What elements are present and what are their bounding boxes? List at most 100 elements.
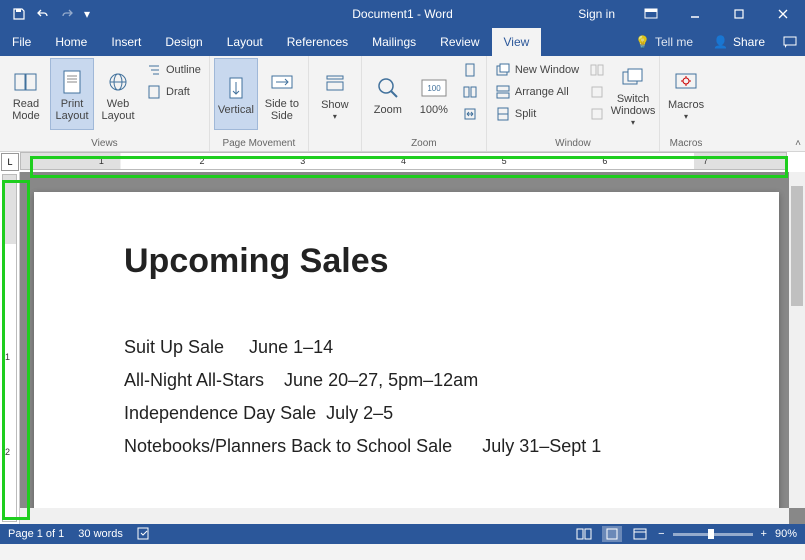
multiple-pages-button[interactable]: [458, 82, 482, 102]
read-mode-button[interactable]: Read Mode: [4, 58, 48, 130]
tab-home[interactable]: Home: [43, 28, 99, 56]
ribbon-tabs: File Home Insert Design Layout Reference…: [0, 28, 805, 56]
arrange-all-icon: [495, 84, 511, 100]
macros-button[interactable]: Macros▾: [664, 58, 708, 130]
switch-windows-icon: [619, 63, 647, 91]
arrange-all-button[interactable]: Arrange All: [491, 82, 583, 102]
zoom-100-button[interactable]: 100100%: [412, 58, 456, 130]
zoom-level[interactable]: 90%: [775, 528, 797, 540]
document-line: Independence Day Sale July 2–5: [124, 403, 689, 424]
tab-references[interactable]: References: [275, 28, 360, 56]
ruler-bar: L 1 2 3 4 5 6 7: [0, 152, 805, 172]
minimize-button[interactable]: [673, 0, 717, 28]
outline-icon: [146, 62, 162, 78]
tab-view[interactable]: View: [492, 28, 542, 56]
new-window-button[interactable]: New Window: [491, 60, 583, 80]
side-to-side-button[interactable]: Side to Side: [260, 58, 304, 130]
lightbulb-icon: 💡: [635, 35, 650, 49]
side-to-side-icon: [268, 68, 296, 96]
ribbon-group-window: New Window Arrange All Split Switch Wind…: [487, 56, 660, 151]
side-by-side-icon: [589, 62, 605, 78]
horizontal-ruler[interactable]: 1 2 3 4 5 6 7: [20, 152, 787, 170]
collapse-ribbon-icon[interactable]: ˄: [795, 138, 801, 149]
ribbon-display-options-icon[interactable]: [629, 0, 673, 28]
undo-button[interactable]: [32, 3, 54, 25]
redo-button[interactable]: [56, 3, 78, 25]
share-button[interactable]: 👤Share: [703, 28, 775, 56]
new-window-icon: [495, 62, 511, 78]
read-mode-icon: [12, 68, 40, 96]
draft-button[interactable]: Draft: [142, 82, 205, 102]
chevron-down-icon: ▾: [684, 113, 688, 122]
tab-review[interactable]: Review: [428, 28, 491, 56]
ribbon-group-show: Show▾: [309, 56, 362, 151]
macros-icon: [672, 69, 700, 97]
maximize-button[interactable]: [717, 0, 761, 28]
read-mode-view-icon[interactable]: [574, 526, 594, 542]
reset-window-button[interactable]: [585, 104, 609, 124]
sync-scroll-icon: [589, 84, 605, 100]
view-side-by-side-button[interactable]: [585, 60, 609, 80]
tell-me-search[interactable]: 💡Tell me: [625, 28, 703, 56]
web-layout-button[interactable]: Web Layout: [96, 58, 140, 130]
page-status[interactable]: Page 1 of 1: [8, 528, 64, 540]
document-page[interactable]: Upcoming Sales Suit Up Sale June 1–14 Al…: [34, 192, 779, 524]
svg-text:100: 100: [427, 84, 441, 93]
document-background: Upcoming Sales Suit Up Sale June 1–14 Al…: [20, 172, 805, 524]
zoom-slider-thumb[interactable]: [708, 529, 714, 539]
vertical-icon: [222, 74, 250, 102]
close-button[interactable]: [761, 0, 805, 28]
document-line: All-Night All-Stars June 20–27, 5pm–12am: [124, 370, 689, 391]
quick-access-toolbar: ▾: [0, 3, 94, 25]
status-bar: Page 1 of 1 30 words − + 90%: [0, 524, 805, 544]
one-page-button[interactable]: [458, 60, 482, 80]
tab-selector[interactable]: L: [1, 153, 19, 171]
qat-customize-icon[interactable]: ▾: [80, 3, 94, 25]
split-button[interactable]: Split: [491, 104, 583, 124]
comments-icon[interactable]: [775, 28, 805, 56]
document-line: Notebooks/Planners Back to School Sale J…: [124, 436, 689, 457]
multiple-pages-icon: [462, 84, 478, 100]
chevron-down-icon: ▾: [333, 113, 337, 122]
ribbon: Read Mode Print Layout Web Layout Outlin…: [0, 56, 805, 152]
web-layout-icon: [104, 68, 132, 96]
print-layout-icon: [58, 68, 86, 96]
split-icon: [495, 106, 511, 122]
page-width-icon: [462, 106, 478, 122]
show-button[interactable]: Show▾: [313, 58, 357, 130]
ribbon-group-views: Read Mode Print Layout Web Layout Outlin…: [0, 56, 210, 151]
print-layout-view-icon[interactable]: [602, 526, 622, 542]
scrollbar-thumb[interactable]: [791, 186, 803, 306]
zoom-icon: [374, 74, 402, 102]
vertical-scrollbar[interactable]: [789, 172, 805, 508]
horizontal-scrollbar[interactable]: [20, 508, 789, 524]
tab-design[interactable]: Design: [153, 28, 214, 56]
one-page-icon: [462, 62, 478, 78]
vertical-button[interactable]: Vertical: [214, 58, 258, 130]
outline-button[interactable]: Outline: [142, 60, 205, 80]
proofing-icon[interactable]: [137, 526, 151, 543]
save-button[interactable]: [8, 3, 30, 25]
web-layout-view-icon[interactable]: [630, 526, 650, 542]
word-count[interactable]: 30 words: [78, 528, 123, 540]
zoom-slider[interactable]: [673, 533, 753, 536]
tab-mailings[interactable]: Mailings: [360, 28, 428, 56]
print-layout-button[interactable]: Print Layout: [50, 58, 94, 130]
title-bar: ▾ Document1 - Word Sign in: [0, 0, 805, 28]
ribbon-group-macros: Macros▾ Macros: [660, 56, 712, 151]
share-icon: 👤: [713, 35, 728, 49]
hundred-percent-icon: 100: [420, 74, 448, 102]
zoom-button[interactable]: Zoom: [366, 58, 410, 130]
vertical-ruler[interactable]: 1 2: [0, 172, 20, 524]
tab-insert[interactable]: Insert: [99, 28, 153, 56]
tab-layout[interactable]: Layout: [215, 28, 275, 56]
sign-in-link[interactable]: Sign in: [564, 7, 629, 21]
page-width-button[interactable]: [458, 104, 482, 124]
document-area: 1 2 Upcoming Sales Suit Up Sale June 1–1…: [0, 172, 805, 524]
zoom-in-button[interactable]: +: [761, 528, 767, 540]
zoom-out-button[interactable]: −: [658, 528, 664, 540]
switch-windows-button[interactable]: Switch Windows▾: [611, 58, 655, 130]
sync-scroll-button[interactable]: [585, 82, 609, 102]
document-line: Suit Up Sale June 1–14: [124, 337, 689, 358]
tab-file[interactable]: File: [0, 28, 43, 56]
